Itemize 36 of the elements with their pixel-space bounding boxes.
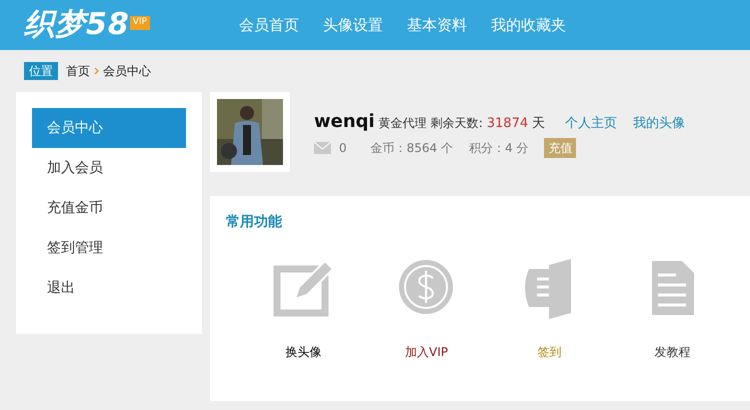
function-label: 加入VIP bbox=[405, 344, 448, 361]
sidebar-item[interactable]: 退出 bbox=[32, 268, 186, 308]
function-link[interactable]: 换头像 bbox=[242, 257, 365, 361]
nav-link[interactable]: 我的收藏夹 bbox=[491, 14, 566, 36]
profile-link[interactable]: 我的头像 bbox=[633, 114, 686, 134]
message-count: 0 bbox=[339, 140, 347, 157]
recharge-button[interactable]: 充值 bbox=[544, 138, 576, 158]
days-label: 剩余天数: bbox=[430, 115, 483, 132]
sidebar-item[interactable]: 充值金币 bbox=[32, 188, 186, 228]
nav-link[interactable]: 会员首页 bbox=[239, 14, 299, 36]
profile-link[interactable]: 个人主页 bbox=[565, 114, 618, 134]
logo[interactable]: 织梦58 bbox=[24, 10, 130, 40]
sidebar-item[interactable]: 签到管理 bbox=[32, 228, 186, 268]
location-tag: 位置 bbox=[24, 62, 58, 80]
function-link[interactable]: 签到 bbox=[488, 257, 611, 361]
points-text: 积分：4 分 bbox=[469, 140, 528, 157]
function-label: 换头像 bbox=[286, 344, 322, 361]
function-label: 签到 bbox=[538, 344, 562, 361]
function-label: 发教程 bbox=[654, 344, 690, 361]
breadcrumb-link[interactable]: 会员中心 bbox=[103, 62, 151, 80]
vip-badge: VIP bbox=[130, 16, 150, 30]
coins-text: 金币：8564 个 bbox=[370, 140, 453, 157]
sidebar-item[interactable]: 会员中心 bbox=[32, 108, 186, 148]
nav-link[interactable]: 基本资料 bbox=[407, 14, 467, 36]
mail-icon bbox=[314, 142, 331, 154]
sidebar-item[interactable]: 加入会员 bbox=[32, 148, 186, 188]
days-unit: 天 bbox=[532, 115, 546, 133]
breadcrumb-link[interactable]: 首页 bbox=[66, 62, 90, 80]
days-value: 31874 bbox=[486, 115, 528, 133]
chevron-icon bbox=[94, 67, 99, 75]
nav-link[interactable]: 头像设置 bbox=[323, 14, 383, 36]
rank-text: 黄金代理 bbox=[378, 115, 427, 132]
function-link[interactable]: 加入VIP bbox=[365, 257, 488, 361]
function-link[interactable]: 发教程 bbox=[611, 257, 734, 361]
section-title: 常用功能 bbox=[226, 213, 283, 232]
username: wenqi bbox=[314, 110, 375, 134]
